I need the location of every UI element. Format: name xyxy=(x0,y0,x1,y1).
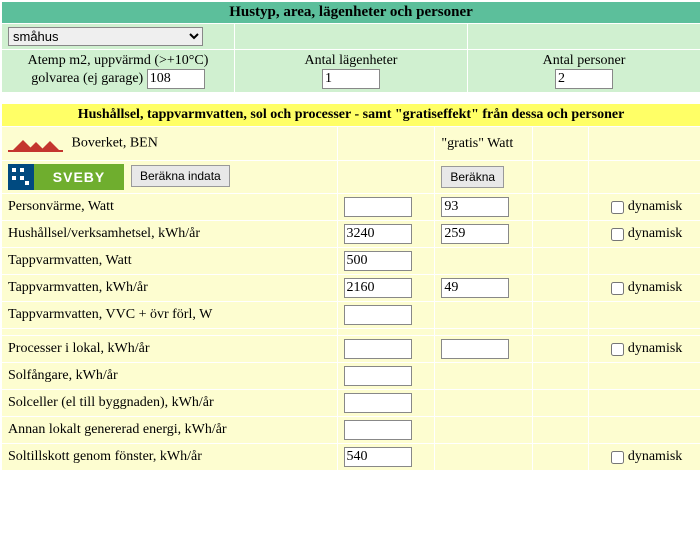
row-input-1[interactable] xyxy=(344,305,412,325)
row-label: Processer i lokal, kWh/år xyxy=(2,336,338,363)
row-label: Hushållsel/verksamhetsel, kWh/år xyxy=(2,221,338,248)
dynamisk-checkbox[interactable] xyxy=(611,343,624,356)
atemp-label-line1: Atemp m2, uppvärmd (>+10°C) xyxy=(28,53,209,68)
dynamisk-checkbox[interactable] xyxy=(611,282,624,295)
row-label: Tappvarmvatten, Watt xyxy=(2,248,338,275)
dynamisk-label: dynamisk xyxy=(628,341,682,356)
row-label xyxy=(2,329,338,336)
dynamisk-checkbox[interactable] xyxy=(611,451,624,464)
gratis-watt-header: "gratis" Watt xyxy=(435,127,533,161)
dynamisk-checkbox[interactable] xyxy=(611,201,624,214)
row-label: Tappvarmvatten, VVC + övr förl, W xyxy=(2,302,338,329)
row-input-1[interactable] xyxy=(344,366,412,386)
dynamisk-label: dynamisk xyxy=(628,449,682,464)
berakna-button[interactable]: Beräkna xyxy=(441,166,504,188)
atemp-input[interactable] xyxy=(147,69,205,89)
row-label: Annan lokalt genererad energi, kWh/år xyxy=(2,417,338,444)
row-input-2[interactable] xyxy=(441,197,509,217)
boverket-logo xyxy=(8,130,68,157)
antal-personer-label: Antal personer xyxy=(543,53,626,68)
berakna-indata-button[interactable]: Beräkna indata xyxy=(131,165,230,187)
row-label: Tappvarmvatten, kWh/år xyxy=(2,275,338,302)
row-input-2[interactable] xyxy=(441,224,509,244)
row-label: Soltillskott genom fönster, kWh/år xyxy=(2,444,338,471)
row-input-1[interactable] xyxy=(344,420,412,440)
antal-lagenheter-label: Antal lägenheter xyxy=(305,53,398,68)
hustyp-select[interactable]: småhus xyxy=(8,27,203,46)
row-label: Solfångare, kWh/år xyxy=(2,363,338,390)
dynamisk-label: dynamisk xyxy=(628,199,682,214)
row-input-1[interactable] xyxy=(344,278,412,298)
row-input-1[interactable] xyxy=(344,251,412,271)
row-input-1[interactable] xyxy=(344,224,412,244)
row-input-1[interactable] xyxy=(344,339,412,359)
row-label: Personvärme, Watt xyxy=(2,194,338,221)
atemp-label-line2: golvarea (ej garage) xyxy=(31,71,143,86)
antal-lagenheter-input[interactable] xyxy=(322,69,380,89)
boverket-label: Boverket, BEN xyxy=(72,136,158,151)
row-input-2[interactable] xyxy=(441,278,509,298)
section2-title: Hushållsel, tappvarmvatten, sol och proc… xyxy=(2,104,700,127)
row-label: Solceller (el till byggnaden), kWh/år xyxy=(2,390,338,417)
row-input-2[interactable] xyxy=(441,339,509,359)
row-input-1[interactable] xyxy=(344,197,412,217)
sveby-logo: SVEBY xyxy=(34,164,124,190)
dynamisk-checkbox[interactable] xyxy=(611,228,624,241)
antal-personer-input[interactable] xyxy=(555,69,613,89)
row-input-1[interactable] xyxy=(344,393,412,413)
dynamisk-label: dynamisk xyxy=(628,226,682,241)
dynamisk-label: dynamisk xyxy=(628,280,682,295)
section1-title: Hustyp, area, lägenheter och personer xyxy=(2,2,700,24)
row-input-1[interactable] xyxy=(344,447,412,467)
